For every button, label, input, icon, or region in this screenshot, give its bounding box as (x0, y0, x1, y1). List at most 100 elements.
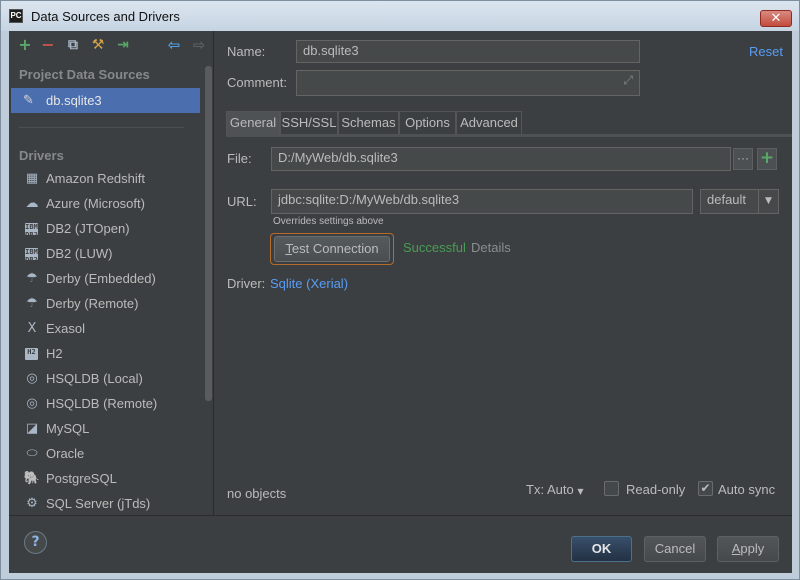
drivers-header: Drivers (19, 148, 64, 163)
file-input[interactable]: D:/MyWeb/db.sqlite3 (271, 147, 731, 171)
driver-item[interactable]: ☂ Derby (Remote) (19, 294, 199, 316)
driver-label: PostgreSQL (46, 471, 117, 486)
expand-icon[interactable]: ⤢ (623, 73, 633, 88)
driver-item[interactable]: ⬭ Oracle (19, 444, 199, 466)
add-file-button[interactable]: + (757, 148, 777, 170)
ok-button[interactable]: OK (571, 536, 632, 562)
forward-icon[interactable]: ⇨ (191, 37, 207, 53)
redshift-icon: ▦ (25, 171, 39, 186)
driver-item[interactable]: 🐘 PostgreSQL (19, 469, 199, 491)
divider (19, 127, 184, 128)
remove-icon[interactable]: − (40, 37, 56, 53)
chevron-down-icon: ▼ (577, 487, 584, 496)
driver-label: DB2 (JTOpen) (46, 221, 130, 236)
driver-label: SQL Server (jTds) (46, 496, 151, 511)
dialog-window: PC Data Sources and Drivers ✕ + − ⧉ ⚒ ⇥ … (0, 0, 800, 580)
title-bar: PC Data Sources and Drivers ✕ (1, 1, 799, 31)
check-icon: ✔ (700, 481, 711, 495)
data-source-label: db.sqlite3 (46, 93, 102, 108)
left-panel: + − ⧉ ⚒ ⇥ ⇦ ⇨ Project Data Sources ✎ db.… (9, 31, 214, 515)
tx-mode-dropdown[interactable]: Tx: Auto ▼ (526, 482, 583, 497)
driver-label: Amazon Redshift (46, 171, 145, 186)
h2-icon: H2 (25, 348, 38, 360)
driver-label: HSQLDB (Remote) (46, 396, 158, 411)
tab-advanced[interactable]: Advanced (456, 111, 522, 135)
url-input[interactable]: jdbc:sqlite:D:/MyWeb/db.sqlite3 (271, 189, 693, 214)
readonly-checkbox[interactable] (604, 481, 619, 496)
details-link[interactable]: Details (471, 240, 511, 255)
tab-ssh-ssl[interactable]: SSH/SSL (280, 111, 338, 135)
close-window-button[interactable]: ✕ (760, 10, 792, 27)
hsqldb-icon: ◎ (26, 396, 38, 411)
url-mode-select[interactable]: default ▼ (700, 189, 779, 214)
oracle-icon: ⬭ (26, 446, 38, 461)
url-label: URL: (227, 194, 257, 209)
import-icon[interactable]: ⇥ (115, 37, 131, 53)
driver-item[interactable]: ◎ HSQLDB (Local) (19, 369, 199, 391)
tab-options[interactable]: Options (399, 111, 456, 135)
driver-item[interactable]: ◪ MySQL (19, 419, 199, 441)
reset-link[interactable]: Reset (749, 44, 783, 59)
name-label: Name: (227, 44, 266, 59)
back-icon[interactable]: ⇦ (166, 37, 182, 53)
url-mode-value: default (707, 192, 747, 207)
azure-icon: ☁ (25, 196, 39, 211)
dialog-client: + − ⧉ ⚒ ⇥ ⇦ ⇨ Project Data Sources ✎ db.… (9, 31, 792, 573)
driver-item[interactable]: ▦ Amazon Redshift (19, 169, 199, 191)
driver-label: Azure (Microsoft) (46, 196, 145, 211)
driver-link[interactable]: Sqlite (Xerial) (270, 276, 348, 291)
window-title: Data Sources and Drivers (31, 9, 180, 24)
driver-label: Oracle (46, 446, 85, 461)
comment-label: Comment: (227, 75, 287, 90)
mysql-icon: ◪ (25, 421, 39, 436)
project-data-sources-header: Project Data Sources (19, 67, 150, 82)
readonly-label: Read-only (626, 482, 686, 497)
data-source-item[interactable]: ✎ db.sqlite3 (11, 88, 200, 113)
driver-label: HSQLDB (Local) (46, 371, 143, 386)
connection-status: Successful (403, 240, 466, 255)
driver-label: Derby (Remote) (46, 296, 139, 311)
tab-general[interactable]: General (226, 111, 280, 135)
settings-icon[interactable]: ⚒ (90, 37, 106, 53)
browse-button[interactable]: ··· (733, 148, 753, 170)
tab-underline (226, 134, 792, 137)
driver-label: Exasol (46, 321, 86, 336)
driver-item[interactable]: X Exasol (19, 319, 199, 341)
driver-label: Derby (Embedded) (46, 271, 156, 286)
driver-item[interactable]: ☂ Derby (Embedded) (19, 269, 199, 291)
copy-icon[interactable]: ⧉ (65, 37, 81, 53)
comment-input[interactable]: ⤢ (296, 70, 640, 96)
postgresql-icon: 🐘 (23, 471, 41, 486)
derby-icon: ☂ (26, 271, 38, 286)
driver-item[interactable]: ◎ HSQLDB (Remote) (19, 394, 199, 416)
scrollbar[interactable] (205, 66, 212, 401)
help-icon[interactable]: ? (24, 531, 47, 554)
driver-item[interactable]: IBM DB2 DB2 (JTOpen) (19, 219, 199, 241)
sqlite-icon: ✎ (23, 93, 34, 108)
add-icon[interactable]: + (17, 37, 33, 53)
apply-button[interactable]: Apply (717, 536, 779, 562)
chevron-down-icon[interactable]: ▼ (758, 190, 778, 213)
name-input[interactable]: db.sqlite3 (296, 40, 640, 63)
footer-divider (9, 515, 792, 516)
driver-label: MySQL (46, 421, 90, 436)
button-label: pply (740, 541, 765, 556)
driver-label: Driver: (227, 276, 266, 291)
tab-schemas[interactable]: Schemas (338, 111, 399, 135)
driver-item[interactable]: ☁ Azure (Microsoft) (19, 194, 199, 216)
pycharm-app-icon: PC (9, 9, 23, 23)
ibm-db2-icon: IBM DB2 (25, 223, 38, 239)
driver-item[interactable]: ⚙ SQL Server (jTds) (19, 494, 199, 516)
url-hint: Overrides settings above (273, 216, 384, 227)
driver-item[interactable]: IBM DB2 DB2 (LUW) (19, 244, 199, 266)
button-label: est Connection (291, 241, 379, 256)
test-connection-button[interactable]: Test Connection (274, 236, 390, 262)
objects-status: no objects (227, 486, 287, 501)
hsqldb-icon: ◎ (26, 371, 38, 386)
driver-item[interactable]: H2 H2 (19, 344, 199, 366)
autosync-checkbox[interactable]: ✔ (698, 481, 713, 496)
derby-icon: ☂ (26, 296, 38, 311)
cancel-button[interactable]: Cancel (644, 536, 706, 562)
exasol-icon: X (27, 321, 37, 336)
sqlserver-icon: ⚙ (26, 496, 38, 511)
